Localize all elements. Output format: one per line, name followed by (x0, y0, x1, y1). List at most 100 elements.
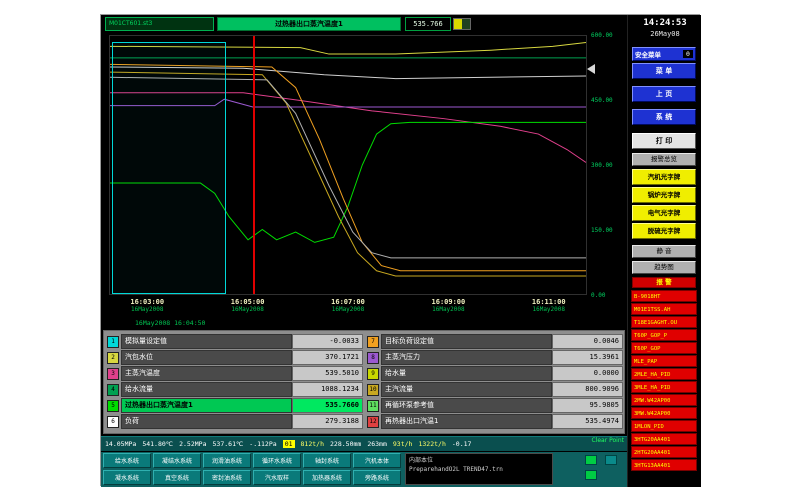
legend-color-index: 9 (367, 368, 379, 380)
mute-button[interactable]: 静 音 (632, 245, 696, 258)
status-value: 263mm (367, 440, 387, 448)
safety-menu-button[interactable]: 安全菜单 0 (632, 47, 696, 61)
trend-plot[interactable] (109, 35, 587, 295)
legend-point-name[interactable]: 目标负荷设定值 (381, 334, 552, 349)
console-aux-button[interactable] (605, 455, 617, 465)
legend-point-name[interactable]: 给水量 (381, 366, 552, 381)
console-ok-button[interactable] (585, 455, 597, 465)
legend-color-index: 7 (367, 336, 379, 348)
alarm-item[interactable]: 3MW.W42AP00 (631, 407, 697, 419)
legend-color-index: 5 (107, 400, 119, 412)
scale-marker-icon[interactable] (587, 64, 595, 74)
sidebar-nav-系统[interactable]: 系 统 (632, 109, 696, 125)
zoom-selection-box[interactable] (112, 42, 226, 294)
print-button[interactable]: 打 印 (632, 133, 696, 149)
alarm-item[interactable]: T60P_GOP (631, 342, 697, 354)
alarm-item[interactable]: 2MW.W42AP00 (631, 394, 697, 406)
alarm-item[interactable]: 3HTG20AA401 (631, 433, 697, 445)
legend-point-value: -0.0033 (292, 334, 363, 349)
system-button[interactable]: 凝水系统 (103, 470, 151, 485)
system-button[interactable]: 给水系统 (103, 453, 151, 468)
legend-point-name[interactable]: 负荷 (121, 414, 292, 429)
x-axis-time: 16:11:00 (532, 298, 566, 306)
console-line: 内部本位 (409, 456, 549, 465)
alarm-overview-button[interactable]: 报警总览 (632, 153, 696, 166)
indicator-chip (453, 18, 471, 30)
time-cursor-line[interactable] (253, 36, 255, 294)
selected-point-button[interactable]: 过热器出口蒸汽温度1 (217, 17, 401, 31)
legend-row: 4给水流量1088.1234 (107, 382, 363, 397)
legend-point-value: 1088.1234 (292, 382, 363, 397)
x-axis-time: 16:09:00 (432, 298, 466, 306)
trend-file-button[interactable]: M01CT601.st3 (105, 17, 214, 31)
legend-left-column: 1模拟量设定值-0.00332汽包水位370.17213主蒸汽温度539.501… (107, 334, 363, 430)
x-axis-date: 16May2008 (432, 306, 466, 313)
system-button[interactable]: 润滑油系统 (203, 453, 251, 468)
legend-point-name[interactable]: 模拟量设定值 (121, 334, 292, 349)
legend-row: 11再循环泵参考值95.9805 (367, 398, 623, 413)
legend-row: 1模拟量设定值-0.0033 (107, 334, 363, 349)
system-button[interactable]: 汽水取样 (253, 470, 301, 485)
light-panel-button[interactable]: 电气光字牌 (632, 205, 696, 221)
clock-date: 26May08 (628, 30, 702, 38)
clear-point-button[interactable]: Clear Point (592, 438, 625, 445)
cursor-timestamp: 16May2008 16:04:50 (135, 319, 205, 327)
system-button[interactable]: 凝结水系统 (153, 453, 201, 468)
legend-point-name[interactable]: 汽包水位 (121, 350, 292, 365)
legend-point-value: 279.3188 (292, 414, 363, 429)
x-axis-time: 16:07:00 (331, 298, 365, 306)
legend-point-name[interactable]: 主蒸汽温度 (121, 366, 292, 381)
safety-menu-label: 安全菜单 (635, 49, 661, 59)
y-axis-tick: 0.00 (591, 292, 605, 299)
legend-row: 2汽包水位370.1721 (107, 350, 363, 365)
status-bar: 14.05MPa541.80℃2.52MPa537.61℃-.112Pa0181… (101, 436, 627, 451)
x-axis-date: 16May2008 (331, 306, 365, 313)
trend-page-button[interactable]: 趋势图 (632, 261, 696, 274)
sidebar-nav-菜单[interactable]: 菜 单 (632, 63, 696, 79)
alarm-item[interactable]: T60P_GOP_P (631, 329, 697, 341)
dcs-trend-window: M01CT601.st3 过热器出口蒸汽温度1 535.766 600.0045… (100, 14, 700, 486)
console-cancel-button[interactable] (585, 470, 597, 480)
system-button[interactable]: 轴封系统 (303, 453, 351, 468)
legend-point-value: 535.4974 (552, 414, 623, 429)
system-button[interactable]: 加热器系统 (303, 470, 351, 485)
legend-point-name[interactable]: 再热器出口汽温1 (381, 414, 552, 429)
legend-point-name[interactable]: 过热器出口蒸汽温度1 (121, 398, 292, 413)
system-button[interactable]: 循环水系统 (253, 453, 301, 468)
legend-point-name[interactable]: 主蒸汽压力 (381, 350, 552, 365)
legend-point-value: 800.9096 (552, 382, 623, 397)
legend-point-name[interactable]: 主汽流量 (381, 382, 552, 397)
alarm-item[interactable]: T18E1GAGHT.OU (631, 316, 697, 328)
alarm-item[interactable]: 1MLON_PID (631, 420, 697, 432)
legend-point-name[interactable]: 给水流量 (121, 382, 292, 397)
x-axis-date: 16May2008 (231, 306, 265, 313)
alarm-item[interactable]: 3MLE_HA_PID (631, 381, 697, 393)
alarm-item[interactable]: 2HTG20AA401 (631, 446, 697, 458)
x-axis-tick: 16:07:0016May2008 (331, 298, 365, 313)
system-button[interactable]: 密封油系统 (203, 470, 251, 485)
legend-point-value: 0.0046 (552, 334, 623, 349)
top-bar: M01CT601.st3 过热器出口蒸汽温度1 535.766 (101, 15, 627, 33)
system-button[interactable]: 汽机本体 (353, 453, 401, 468)
system-button[interactable]: 真空系统 (153, 470, 201, 485)
light-panel-button[interactable]: 汽机光字牌 (632, 169, 696, 185)
alarm-item[interactable]: 3HTG13AA401 (631, 459, 697, 471)
alarm-item[interactable]: 2MLE_HA_PID (631, 368, 697, 380)
light-panel-button[interactable]: 脱硫光字牌 (632, 223, 696, 239)
alarm-list: B-9018HTM01E1TSS.AHT18E1GAGHT.OUT60P_GOP… (631, 290, 697, 472)
sidebar-nav-上页[interactable]: 上 页 (632, 86, 696, 102)
light-panel-button[interactable]: 锅炉光字牌 (632, 187, 696, 203)
console-box[interactable]: 内部本位PreparehandO2L TREND47.trn (405, 453, 553, 485)
legend-point-value: 95.9805 (552, 398, 623, 413)
alarm-item[interactable]: B-9018HT (631, 290, 697, 302)
x-axis-labels: 16:03:0016May200816:05:0016May200816:07:… (109, 298, 587, 318)
legend-point-name[interactable]: 再循环泵参考值 (381, 398, 552, 413)
alarm-item[interactable]: MLE_PAP (631, 355, 697, 367)
legend-row: 7目标负荷设定值0.0046 (367, 334, 623, 349)
screen: M01CT601.st3 过热器出口蒸汽温度1 535.766 600.0045… (0, 0, 800, 500)
legend-point-value: 535.7660 (292, 398, 363, 413)
system-buttons-row2: 凝水系统真空系统密封油系统汽水取样加热器系统旁路系统 (103, 470, 401, 485)
system-button[interactable]: 旁路系统 (353, 470, 401, 485)
status-value: 01 (283, 440, 295, 448)
alarm-item[interactable]: M01E1TSS.AH (631, 303, 697, 315)
